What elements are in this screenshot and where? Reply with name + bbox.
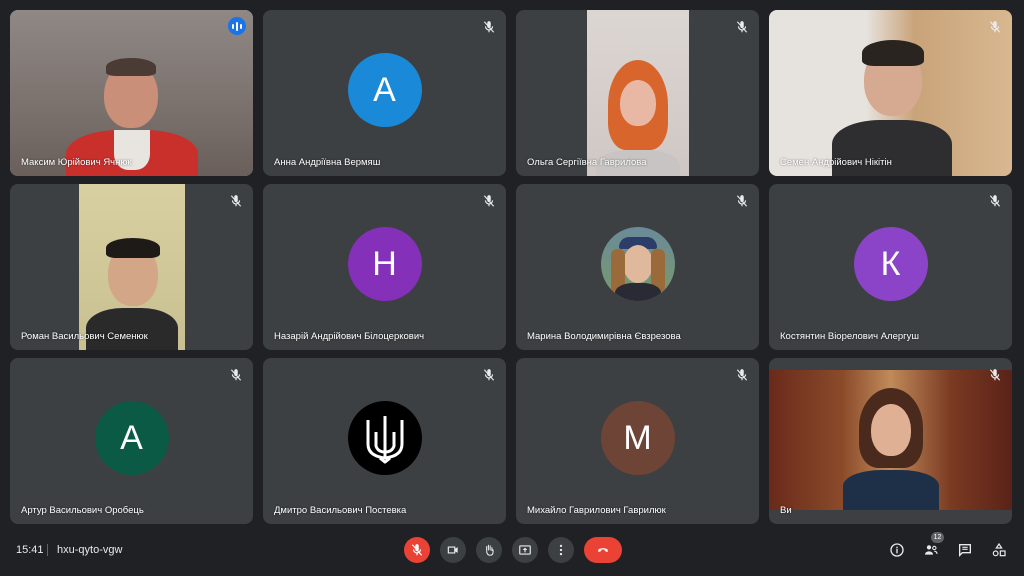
toggle-camera-button[interactable] — [440, 537, 466, 563]
participant-name: Назарій Андрійович Білоцеркович — [274, 331, 425, 342]
people-icon — [925, 545, 938, 555]
participant-avatar: Н — [347, 227, 422, 302]
activities-button[interactable] — [990, 541, 1008, 559]
self-tile[interactable]: Ви — [769, 358, 1012, 524]
mic-off-icon — [483, 21, 495, 33]
divider — [47, 544, 48, 556]
present-icon — [519, 545, 531, 555]
mic-off-icon — [736, 21, 748, 33]
meeting-details-button[interactable] — [888, 541, 906, 559]
participant-video — [10, 10, 253, 176]
hand-icon — [486, 544, 494, 556]
participant-name: Михайло Гаврилович Гаврилюк — [527, 505, 666, 516]
bottom-toolbar: 15:41 hxu-qyto-vgw 12 — [0, 524, 1024, 576]
more-options-button[interactable] — [548, 537, 574, 563]
mic-off-icon — [989, 369, 1001, 381]
participant-avatar: А — [347, 53, 422, 128]
participant-name: Роман Васильович Семенюк — [21, 331, 148, 342]
participant-tile[interactable]: А Артур Васильович Оробець — [10, 358, 253, 524]
participant-name: Анна Андріївна Вермяш — [274, 157, 381, 168]
mic-off-icon — [230, 369, 242, 381]
self-video — [769, 370, 1012, 510]
participant-tile[interactable]: Марина Володимирівна Євзрезова — [516, 184, 759, 350]
participant-name: Ольга Сергіївна Гаврилова — [527, 157, 647, 168]
participant-video — [586, 10, 689, 176]
participant-tile[interactable]: Ольга Сергіївна Гаврилова — [516, 10, 759, 176]
participant-tile[interactable]: А Анна Андріївна Вермяш — [263, 10, 506, 176]
participant-name: Костянтин Віорелович Алергуш — [780, 331, 919, 342]
mic-off-icon — [736, 195, 748, 207]
present-screen-button[interactable] — [512, 537, 538, 563]
speaking-indicator-icon — [228, 17, 246, 35]
mic-off-icon — [483, 369, 495, 381]
mic-off-icon — [989, 195, 1001, 207]
participant-avatar: М — [600, 401, 675, 476]
people-button[interactable]: 12 — [922, 532, 944, 559]
info-icon — [890, 543, 904, 557]
participant-name: Артур Васильович Оробець — [21, 505, 144, 516]
participant-name: Семен Андрійович Нікітін — [780, 157, 892, 168]
mic-off-icon — [483, 195, 495, 207]
camera-icon — [447, 546, 458, 554]
shapes-icon — [992, 542, 1006, 557]
call-controls — [404, 537, 622, 563]
participant-tile[interactable]: Роман Васильович Семенюк — [10, 184, 253, 350]
raise-hand-button[interactable] — [476, 537, 502, 563]
participant-name: Дмитро Васильович Постевка — [274, 505, 407, 516]
mic-off-icon — [411, 544, 423, 556]
participant-video — [769, 10, 1012, 176]
phone-hangup-icon — [598, 548, 608, 552]
participant-tile[interactable]: Семен Андрійович Нікітін — [769, 10, 1012, 176]
clock: 15:41 — [16, 544, 44, 556]
participant-name: Марина Володимирівна Євзрезова — [527, 331, 681, 342]
participant-count-badge: 12 — [931, 532, 944, 543]
leave-call-button[interactable] — [584, 537, 622, 563]
participant-video — [78, 184, 185, 350]
meeting-code: hxu-qyto-vgw — [57, 544, 123, 556]
trident-emblem-avatar — [347, 401, 422, 476]
mic-off-icon — [230, 195, 242, 207]
toggle-mic-button[interactable] — [404, 537, 430, 563]
participant-tile[interactable]: Н Назарій Андрійович Білоцеркович — [263, 184, 506, 350]
chat-icon — [959, 544, 971, 557]
participant-avatar: К — [853, 227, 928, 302]
side-tools: 12 — [888, 532, 1008, 559]
participant-grid: Максим Юрійович Ячнюк А Анна Андріївна В… — [10, 10, 1014, 524]
mic-off-icon — [736, 369, 748, 381]
participant-tile[interactable]: Максим Юрійович Ячнюк — [10, 10, 253, 176]
participant-tile[interactable]: К Костянтин Віорелович Алергуш — [769, 184, 1012, 350]
participant-name: Ви — [780, 505, 792, 516]
participant-avatar-photo — [600, 227, 675, 302]
trident-icon — [366, 416, 403, 464]
chat-button[interactable] — [956, 541, 974, 559]
participant-avatar: А — [94, 401, 169, 476]
participant-tile[interactable]: М Михайло Гаврилович Гаврилюк — [516, 358, 759, 524]
mic-off-icon — [989, 21, 1001, 33]
participant-name: Максим Юрійович Ячнюк — [21, 157, 132, 168]
participant-tile[interactable]: Дмитро Васильович Постевка — [263, 358, 506, 524]
more-vert-icon — [559, 544, 563, 556]
